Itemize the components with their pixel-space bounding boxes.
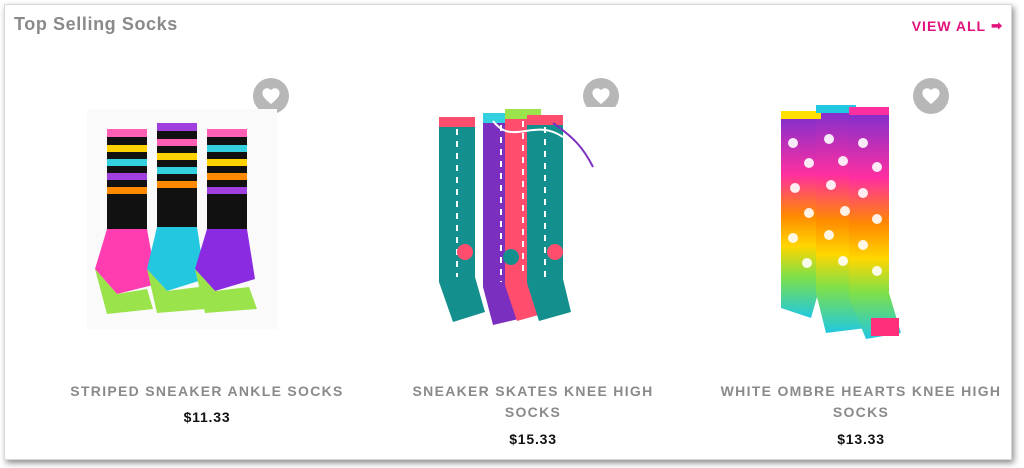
product-name[interactable]: STRIPED SNEAKER ANKLE SOCKS <box>57 381 357 402</box>
product-card[interactable]: SNEAKER SKATES KNEE HIGH SOCKS $15.33 <box>383 69 683 459</box>
arrow-right-icon: ➡ <box>991 18 1003 33</box>
product-price: $15.33 <box>509 431 557 447</box>
top-selling-panel: Top Selling Socks VIEW ALL ➡ STRIPED SNE… <box>4 4 1012 460</box>
product-image[interactable] <box>771 103 931 348</box>
product-name[interactable]: SNEAKER SKATES KNEE HIGH SOCKS <box>383 381 683 423</box>
section-title: Top Selling Socks <box>14 14 178 34</box>
product-image[interactable] <box>423 107 633 337</box>
product-image[interactable] <box>87 109 277 329</box>
view-all-link[interactable]: VIEW ALL ➡ <box>912 18 1003 34</box>
product-card[interactable]: WHITE OMBRE HEARTS KNEE HIGH SOCKS $13.3… <box>711 69 1011 459</box>
product-price: $11.33 <box>183 409 231 425</box>
product-name[interactable]: WHITE OMBRE HEARTS KNEE HIGH SOCKS <box>711 381 1011 423</box>
product-card[interactable]: STRIPED SNEAKER ANKLE SOCKS $11.33 <box>57 69 357 459</box>
view-all-label: VIEW ALL <box>911 18 987 34</box>
product-price: $13.33 <box>837 431 885 447</box>
